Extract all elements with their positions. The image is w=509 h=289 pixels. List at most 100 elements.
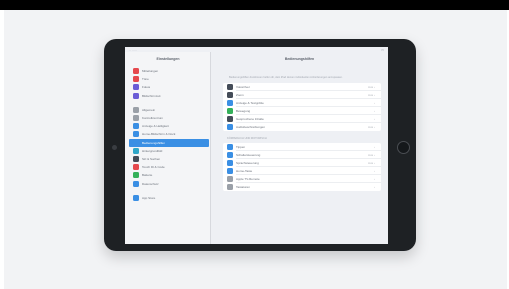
settings-row[interactable]: Audiobeschreibungen Aus ›: [223, 123, 381, 131]
settings-app-icon: [133, 131, 139, 138]
settings-row[interactable]: Anzeige & Textgröße ›: [223, 99, 381, 107]
setting-label: VoiceOver: [236, 85, 250, 89]
settings-app-icon: [133, 92, 139, 99]
sidebar-item-label: Siri & Suchen: [142, 157, 161, 161]
settings-row[interactable]: Home-Taste ›: [223, 167, 381, 175]
sidebar-item[interactable]: Fokus: [133, 83, 207, 91]
sidebar-item[interactable]: Hintergrundbild: [133, 147, 207, 155]
sidebar-item-label: Fokus: [142, 85, 151, 90]
sidebar-item[interactable]: Bildschirmzeit: [133, 92, 207, 100]
sidebar-item[interactable]: App Store: [133, 194, 207, 202]
setting-label: Zoom: [236, 93, 244, 97]
setting-value: Aus ›: [367, 161, 375, 165]
setting-label: Audiobeschreibungen: [236, 125, 266, 129]
settings-app-icon: [133, 164, 139, 171]
setting-value: Aus ›: [367, 93, 375, 97]
setting-label: Sprachsteuerung: [236, 161, 259, 165]
sidebar-item-label: Touch ID & Code: [142, 165, 165, 170]
settings-row[interactable]: Bewegung ›: [223, 107, 381, 115]
sidebar-item-label: Hintergrundbild: [142, 148, 163, 153]
setting-label: Bewegung: [236, 109, 251, 113]
setting-label: Home-Taste: [236, 169, 253, 173]
settings-app-icon: [133, 156, 139, 162]
settings-app-icon: [133, 147, 139, 154]
setting-icon: [227, 100, 233, 106]
settings-app-icon: [133, 115, 139, 121]
sidebar-item[interactable]: Kontrollzentrum: [133, 114, 207, 122]
sidebar-item[interactable]: Batterie: [133, 171, 207, 179]
sidebar-item[interactable]: Allgemein: [133, 106, 207, 114]
sidebar-item-label: Batterie: [142, 173, 153, 178]
setting-value: Aus ›: [367, 85, 375, 89]
settings-app-icon: [133, 139, 139, 146]
setting-icon: [227, 116, 233, 122]
setting-icon: [227, 84, 233, 90]
ipad-screen: ·· ····· ▭ Einstellungen Mitteilungen Tön…: [125, 47, 388, 244]
setting-label: Tippen: [236, 145, 246, 149]
settings-app-icon: [133, 194, 139, 201]
sidebar-item-label: Mitteilungen: [142, 69, 159, 73]
setting-label: Tastaturen: [236, 185, 251, 189]
settings-app-icon: [133, 180, 139, 187]
setting-value: ›: [374, 169, 375, 173]
sidebar-item-label: Bildschirmzeit: [142, 93, 161, 98]
detail-pane: Bedienungshilfen Bedienungshilfen-Funkti…: [211, 52, 388, 244]
setting-value: ›: [374, 185, 375, 189]
settings-row[interactable]: Schaltersteuerung Aus ›: [223, 151, 381, 159]
sidebar-item-label: Datenschutz: [142, 181, 159, 186]
setting-value: ›: [374, 117, 375, 121]
setting-value: ›: [374, 101, 375, 105]
setting-label: Anzeige & Textgröße: [236, 101, 264, 105]
setting-value: Aus ›: [367, 153, 375, 157]
setting-value: ›: [374, 177, 375, 181]
physical-section-header: KÖRPERLICH UND MOTORISCH: [227, 137, 267, 140]
physical-settings-group: Tippen › Schaltersteuerung Aus › Sprachsteue…: [223, 143, 381, 191]
setting-icon: [227, 168, 233, 174]
vision-settings-group: VoiceOver Aus › Zoom Aus › Anzeige & Textgrö…: [223, 83, 381, 131]
sidebar-item-label: Allgemein: [142, 107, 156, 112]
setting-icon: [227, 124, 233, 130]
settings-row[interactable]: Gesprochene Inhalte ›: [223, 115, 381, 123]
setting-label: Apple TV-Remote: [236, 177, 260, 181]
setting-icon: [227, 144, 233, 150]
sidebar-item-label: Anzeige & Helligkeit: [142, 124, 169, 129]
sidebar-item[interactable]: Touch ID & Code: [133, 163, 207, 171]
sidebar-item[interactable]: Anzeige & Helligkeit: [133, 122, 207, 130]
settings-sidebar: Einstellungen Mitteilungen Töne Fokus Bilds…: [125, 52, 211, 244]
setting-icon: [227, 152, 233, 158]
settings-row[interactable]: VoiceOver Aus ›: [223, 83, 381, 91]
settings-row[interactable]: Tippen ›: [223, 143, 381, 151]
front-camera: [112, 145, 117, 150]
setting-value: Aus ›: [367, 125, 375, 129]
sidebar-title: Einstellungen: [156, 57, 180, 61]
settings-row[interactable]: Tastaturen ›: [223, 183, 381, 191]
sidebar-item[interactable]: Bedienungshilfen: [129, 138, 209, 147]
sidebar-item[interactable]: Home-Bildschirm & Dock: [133, 130, 207, 138]
setting-icon: [227, 108, 233, 114]
settings-app-icon: [133, 106, 139, 113]
sidebar-item[interactable]: Mitteilungen: [133, 67, 207, 75]
setting-icon: [227, 184, 233, 190]
setting-icon: [227, 176, 233, 182]
settings-app-icon: [133, 68, 139, 74]
setting-icon: [227, 92, 233, 98]
home-button[interactable]: [397, 141, 410, 154]
settings-app-icon: [133, 123, 139, 130]
sidebar-item-label: Home-Bildschirm & Dock: [142, 132, 176, 137]
settings-app-icon: [133, 172, 139, 179]
sidebar-item[interactable]: Siri & Suchen: [133, 155, 207, 163]
settings-row[interactable]: Apple TV-Remote ›: [223, 175, 381, 183]
setting-value: ›: [374, 109, 375, 113]
settings-app-icon: [133, 76, 139, 83]
settings-row[interactable]: Zoom Aus ›: [223, 91, 381, 99]
setting-icon: [227, 160, 233, 166]
detail-description: Bedienungshilfen-Funktionen helfen dir, …: [229, 76, 343, 79]
sidebar-item[interactable]: Datenschutz: [133, 180, 207, 188]
video-top-bar: [0, 0, 509, 10]
setting-label: Gesprochene Inhalte: [236, 117, 264, 121]
sidebar-item-label: Kontrollzentrum: [142, 116, 164, 120]
setting-value: ›: [374, 145, 375, 149]
settings-row[interactable]: Sprachsteuerung Aus ›: [223, 159, 381, 167]
sidebar-item-label: Bedienungshilfen: [142, 140, 166, 145]
sidebar-item[interactable]: Töne: [133, 75, 207, 83]
